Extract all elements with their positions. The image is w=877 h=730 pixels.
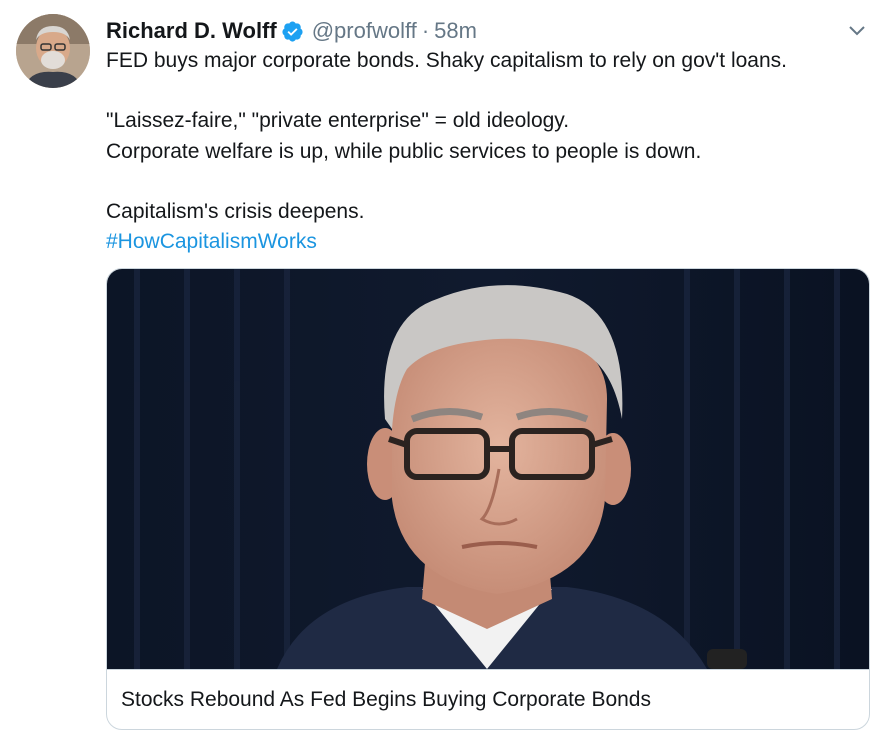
avatar[interactable] [16, 14, 90, 88]
tweet-line: "Laissez-faire," "private enterprise" = … [106, 109, 570, 133]
tweet-line: FED buys major corporate bonds. Shaky ca… [106, 49, 787, 72]
tweet-header: Richard D. Wolff @profwolff · 58m [106, 15, 477, 47]
tweet-line: Corporate welfare is up, while public se… [106, 139, 702, 163]
link-card[interactable]: Stocks Rebound As Fed Begins Buying Corp… [106, 268, 870, 730]
tweet-line: Capitalism's crisis deepens. [106, 199, 365, 223]
tweet: Richard D. Wolff @profwolff · 58m FED bu… [0, 0, 877, 730]
hashtag-link[interactable]: #HowCapitalismWorks [106, 230, 317, 253]
timestamp[interactable]: 58m [434, 16, 477, 46]
tweet-text: FED buys major corporate bonds. Shaky ca… [106, 46, 866, 257]
separator-dot: · [421, 18, 430, 43]
author-handle[interactable]: @profwolff [312, 16, 417, 46]
chevron-down-icon[interactable] [846, 20, 868, 42]
author-name[interactable]: Richard D. Wolff [106, 16, 277, 46]
card-image [107, 269, 869, 669]
card-divider [107, 669, 869, 670]
card-title[interactable]: Stocks Rebound As Fed Begins Buying Corp… [121, 685, 651, 715]
verified-badge-icon [281, 20, 304, 43]
